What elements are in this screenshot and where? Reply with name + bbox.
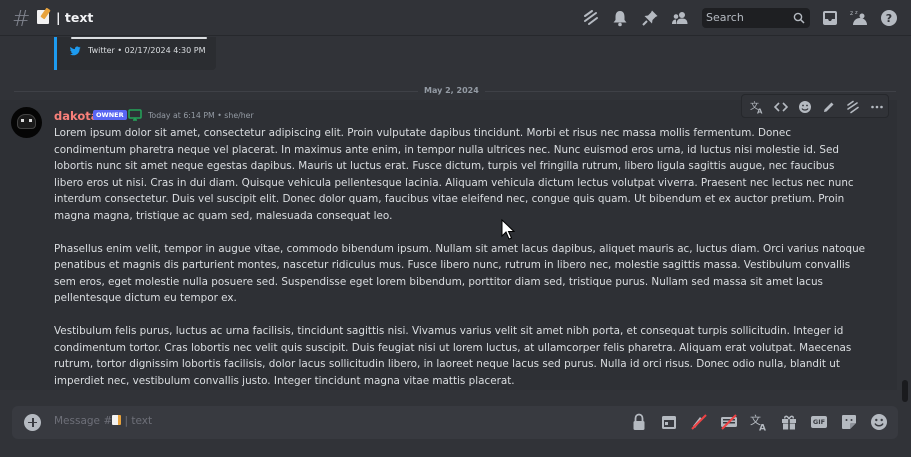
date-divider-label: May 2, 2024: [418, 86, 485, 95]
memo-emoji-icon: [112, 415, 122, 425]
translate-icon[interactable]: 文 A: [750, 100, 764, 114]
add-attachment-icon[interactable]: [24, 414, 41, 431]
avatar[interactable]: [11, 107, 42, 138]
bell-icon[interactable]: [611, 9, 629, 27]
edit-icon[interactable]: [822, 100, 836, 114]
avatar-eyes: [21, 119, 32, 122]
thread-icon[interactable]: [846, 100, 860, 114]
composer-placeholder-suffix: | text: [121, 415, 153, 427]
message-paragraph: Lorem ipsum dolor sit amet, consectetur …: [54, 127, 854, 222]
emoji-icon[interactable]: [870, 413, 888, 431]
twitter-embed: Twitter • 02/17/2024 4:30 PM: [54, 37, 216, 70]
code-icon[interactable]: [774, 100, 788, 114]
message-actions-toolbar: 文 A: [741, 94, 889, 118]
sticker-icon[interactable]: [840, 413, 858, 431]
embed-image-edge: [71, 37, 207, 39]
search-bar[interactable]: Search: [702, 8, 810, 28]
message-paragraph: Vestibulum felis purus, luctus ac urna f…: [54, 325, 852, 387]
message-content: Lorem ipsum dolor sit amet, consectetur …: [54, 125, 866, 406]
gift-icon[interactable]: [780, 413, 798, 431]
keyboard-icon[interactable]: [720, 413, 738, 431]
translate-icon[interactable]: 文 A: [750, 413, 768, 431]
svg-text:z: z: [855, 10, 858, 16]
help-icon[interactable]: ?: [880, 9, 898, 27]
svg-text:A: A: [759, 424, 766, 432]
composer-placeholder-prefix: Message #: [54, 415, 113, 427]
members-icon[interactable]: [671, 9, 689, 27]
inbox-icon[interactable]: [821, 9, 839, 27]
memo-emoji-icon: [37, 10, 49, 24]
desktop-status-icon: [128, 109, 142, 121]
message-author[interactable]: dakota: [54, 109, 99, 123]
gif-label: GIF: [812, 418, 826, 426]
add-reaction-icon[interactable]: [798, 100, 812, 114]
message-input[interactable]: Message # | text: [54, 415, 152, 427]
search-icon: [793, 12, 805, 24]
channel-title: | text: [56, 10, 94, 25]
owner-badge: OWNER: [93, 110, 127, 120]
scrollbar-thumb[interactable]: [902, 380, 908, 402]
twitter-icon: [70, 46, 81, 56]
embed-footer: Twitter • 02/17/2024 4:30 PM: [88, 46, 206, 55]
svg-text:A: A: [757, 108, 763, 115]
search-placeholder: Search: [706, 11, 744, 24]
sleep-icon[interactable]: z z: [850, 9, 870, 27]
more-icon[interactable]: [870, 100, 884, 114]
message-paragraph: Phasellus enim velit, tempor in augue vi…: [54, 242, 866, 305]
message-timestamp: Today at 6:14 PM • she/her: [148, 111, 254, 120]
svg-text:z: z: [850, 10, 853, 17]
channel-header: # | text Search z z ?: [0, 0, 911, 36]
pin-icon[interactable]: [641, 9, 659, 27]
mute-icon[interactable]: [690, 413, 708, 431]
mouse-cursor-icon: [501, 219, 515, 240]
lock-icon[interactable]: [630, 413, 648, 431]
message-composer[interactable]: Message # | text 文 A GIF: [12, 406, 898, 439]
calendar-icon[interactable]: [660, 413, 678, 431]
hashtag-icon: #: [12, 7, 31, 32]
svg-text:?: ?: [886, 12, 892, 25]
threads-icon[interactable]: [582, 9, 600, 27]
